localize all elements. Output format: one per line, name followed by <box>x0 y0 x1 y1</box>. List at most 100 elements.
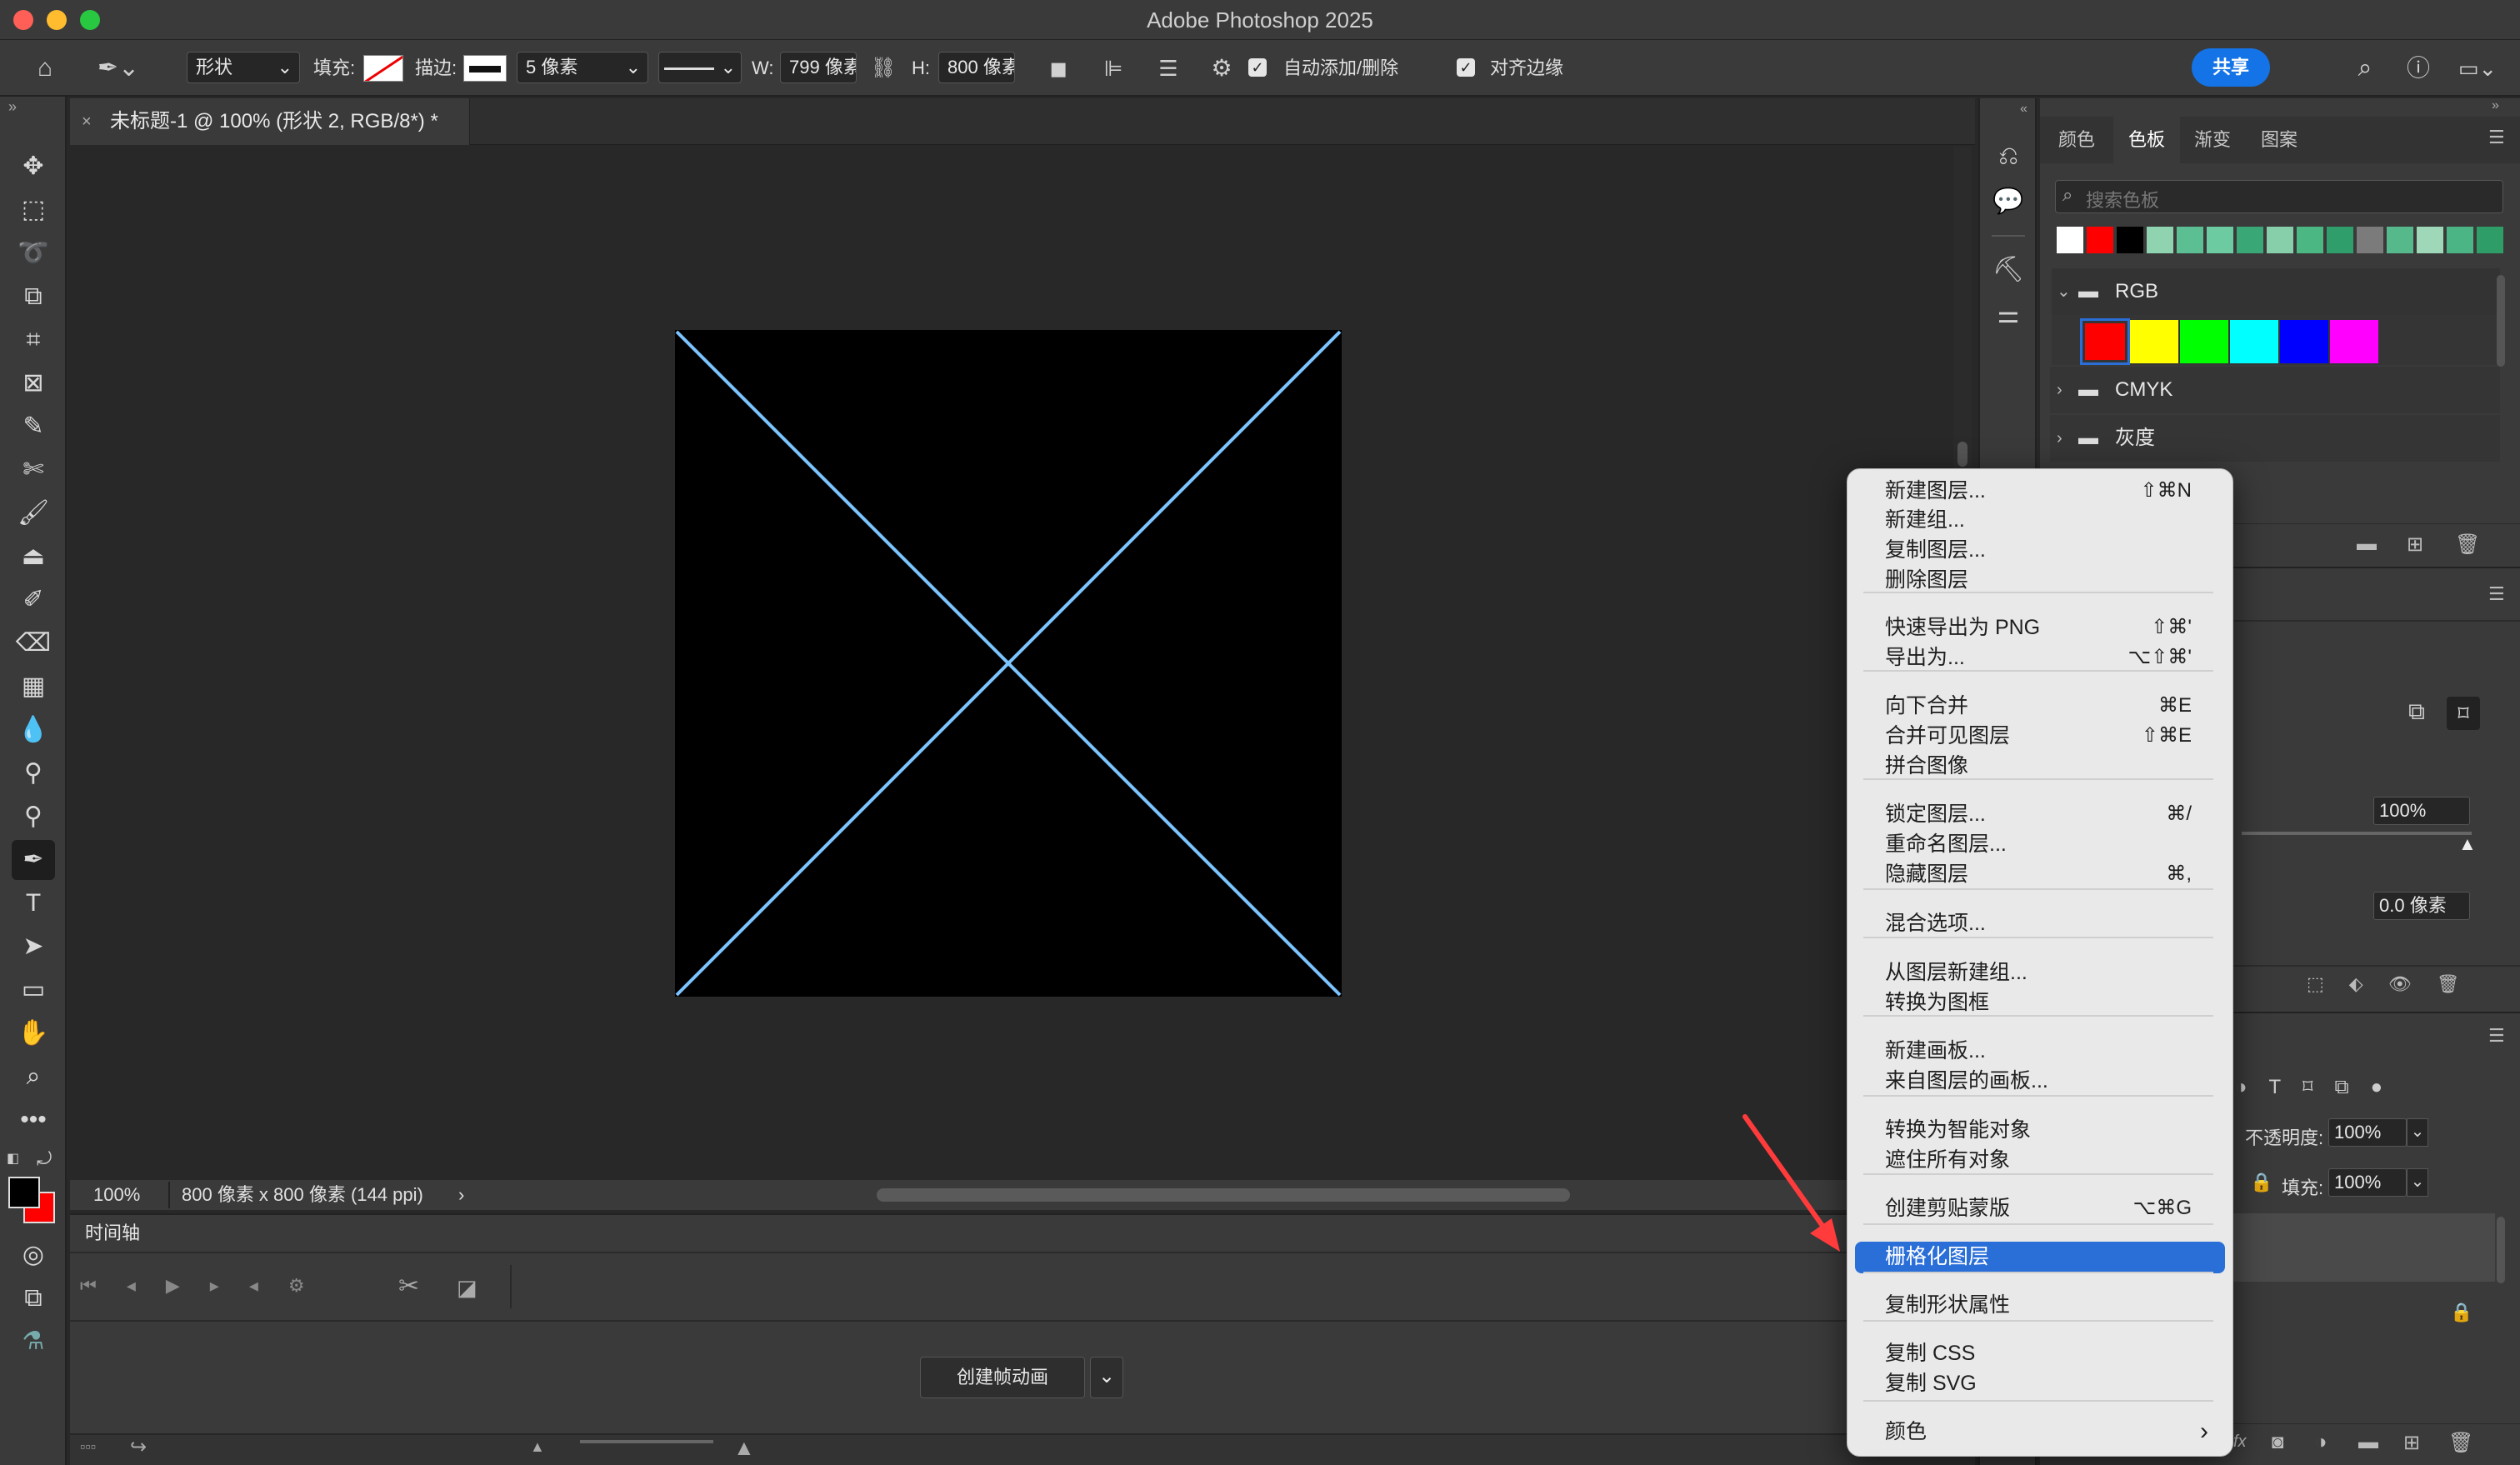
stroke-type-select[interactable]: ⌄ <box>658 52 742 83</box>
dodge-tool-icon[interactable]: ⚲ <box>12 753 55 793</box>
menu-item[interactable]: 锁定图层... <box>1885 799 1986 829</box>
height-field[interactable]: 800 像素 <box>938 52 1015 83</box>
path-operations-icon[interactable]: ◼ <box>1042 52 1075 85</box>
menu-item[interactable]: 新建图层... <box>1885 476 1986 506</box>
document-tab[interactable]: × 未标题-1 @ 100% (形状 2, RGB/8*) * <box>70 98 470 145</box>
adjustments-panel-icon[interactable]: ⚌ <box>1990 298 2027 332</box>
recent-swatch[interactable] <box>2327 227 2353 253</box>
rectangle-tool-icon[interactable]: ▭ <box>12 970 55 1010</box>
swatch-group-rgb[interactable]: ⌄ ▬ RGB <box>2050 268 2500 315</box>
swap-colors-icon[interactable]: ⤾ <box>37 1148 52 1170</box>
density-field[interactable]: 100% <box>2373 797 2470 825</box>
fill-dropdown[interactable]: ⌄ <box>2407 1168 2428 1197</box>
menu-item[interactable]: 向下合并 <box>1885 691 1968 721</box>
move-tool-icon[interactable]: ✥ <box>12 147 55 187</box>
recent-swatch[interactable] <box>2357 227 2383 253</box>
quick-mask-icon[interactable]: ◎ <box>12 1235 55 1275</box>
swatch-green[interactable] <box>2180 320 2228 363</box>
menu-item[interactable]: 新建画板... <box>1885 1036 1986 1066</box>
workspace-icon[interactable]: ▭⌄ <box>2450 52 2505 85</box>
selection-icon[interactable]: ⬚ <box>2307 973 2349 994</box>
pen-tool-preset-icon[interactable]: ✒︎⌄ <box>93 52 143 85</box>
delete-mask-icon[interactable]: 🗑 <box>2437 973 2485 994</box>
apply-mask-icon[interactable]: ⬖ <box>2349 973 2388 994</box>
marquee-tool-icon[interactable]: ⬚ <box>12 190 55 230</box>
feather-field[interactable]: 0.0 像素 <box>2373 892 2470 920</box>
filter-toggle-icon[interactable]: ● <box>2371 1076 2405 1098</box>
tab-gradients[interactable]: 渐变 <box>2183 117 2242 163</box>
trash-icon[interactable]: 🗑 <box>2455 532 2480 557</box>
layers-menu-icon[interactable]: ☰ <box>2488 1025 2505 1047</box>
menu-item[interactable]: 隐藏图层 <box>1885 859 1968 889</box>
new-swatch-icon[interactable]: ⊞ <box>2407 532 2423 557</box>
pen-tool-icon[interactable]: ✒ <box>12 840 55 880</box>
tool-mode-select[interactable]: 形状 ⌄ <box>187 52 300 83</box>
menu-item[interactable]: 拼合图像 <box>1885 751 1968 781</box>
more-tools-icon[interactable]: ••• <box>12 1100 55 1140</box>
screen-mode-icon[interactable]: ⧉ <box>12 1278 55 1318</box>
brush-settings-icon[interactable]: ⛏ <box>1990 253 2027 287</box>
convert-icon[interactable]: ↪ <box>130 1435 147 1459</box>
canvas-document[interactable] <box>675 330 1342 997</box>
status-chevron-icon[interactable]: › <box>458 1180 464 1210</box>
transition-icon[interactable]: ◪ <box>457 1275 478 1301</box>
recent-swatch[interactable] <box>2117 227 2143 253</box>
zoom-out-icon[interactable]: ▲ <box>530 1438 545 1456</box>
hand-tool-icon[interactable]: ✋ <box>12 1013 55 1053</box>
stroke-width-field[interactable]: 5 像素 ⌄ <box>517 52 648 83</box>
lock-icon[interactable]: 🔒 <box>2250 1172 2272 1193</box>
menu-item[interactable]: 复制形状属性 <box>1885 1290 2010 1320</box>
animation-type-dropdown[interactable]: ⌄ <box>1090 1357 1123 1398</box>
align-edges-checkbox[interactable]: ✓ <box>1457 58 1475 77</box>
add-mask-icon[interactable]: ◙ <box>2272 1431 2284 1454</box>
zoom-window-button[interactable] <box>80 10 100 30</box>
fill-swatch[interactable] <box>363 55 403 82</box>
gradient-tool-icon[interactable]: ▦ <box>12 667 55 707</box>
crop-tool-icon[interactable]: ⌗ <box>12 320 55 360</box>
swatch-group-cmyk[interactable]: › ▬ CMYK <box>2050 367 2500 413</box>
collapse-toolbar-icon[interactable]: » <box>8 98 17 116</box>
mask-add-icon[interactable]: ⧉ <box>2408 698 2425 726</box>
swatches-scrollbar[interactable] <box>2497 275 2505 367</box>
recent-swatch[interactable] <box>2417 227 2443 253</box>
close-tab-icon[interactable]: × <box>82 98 92 145</box>
recent-swatch[interactable] <box>2297 227 2323 253</box>
stroke-swatch[interactable] <box>463 55 507 82</box>
recent-swatch[interactable] <box>2267 227 2293 253</box>
share-button[interactable]: 共享 <box>2192 48 2270 87</box>
swatch-red[interactable] <box>2085 323 2125 360</box>
auto-add-delete-checkbox[interactable]: ✓ <box>1248 58 1267 77</box>
menu-item[interactable]: 快速导出为 PNG <box>1885 612 2040 642</box>
close-window-button[interactable] <box>13 10 33 30</box>
vector-mask-icon[interactable]: ⌑ <box>2447 697 2480 730</box>
frames-icon[interactable]: ▫▫▫ <box>80 1438 96 1456</box>
collapse-panels-icon[interactable]: » <box>2492 98 2499 113</box>
recent-swatch[interactable] <box>2387 227 2413 253</box>
path-arrangement-icon[interactable]: ☰ <box>1152 52 1185 85</box>
new-layer-group-icon[interactable]: ▬ <box>2358 1431 2378 1454</box>
foreground-color-swatch[interactable] <box>8 1177 40 1208</box>
generative-icon[interactable]: ⚗ <box>12 1322 55 1362</box>
search-icon[interactable]: ⌕ <box>2348 52 2382 85</box>
fx-icon[interactable]: fx <box>2233 1432 2247 1452</box>
menu-item[interactable]: 创建剪贴蒙版 <box>1885 1193 2010 1223</box>
menu-item[interactable]: 颜色 <box>1885 1417 1927 1447</box>
clone-stamp-tool-icon[interactable]: ⏏ <box>12 537 55 577</box>
menu-item[interactable]: 复制 SVG <box>1885 1368 1977 1398</box>
type-tool-icon[interactable]: T <box>12 883 55 923</box>
audio-icon[interactable]: ◂ <box>249 1275 288 1296</box>
zoom-in-icon[interactable]: ▲ <box>733 1435 755 1461</box>
menu-item[interactable]: 遮住所有对象 <box>1885 1145 2010 1175</box>
new-adjustment-icon[interactable]: ◑ <box>2315 1431 2328 1454</box>
path-alignment-icon[interactable]: ⊫ <box>1097 52 1130 85</box>
menu-item[interactable]: 导出为... <box>1885 642 1965 672</box>
layer-fill-field[interactable]: 100% <box>2328 1168 2407 1197</box>
history-panel-icon[interactable]: ⎌ <box>1990 140 2027 173</box>
menu-item[interactable]: 删除图层 <box>1885 565 1968 595</box>
first-frame-icon[interactable]: ⏮ <box>80 1275 127 1296</box>
play-icon[interactable]: ▶ <box>166 1275 210 1296</box>
timeline-tab[interactable]: 时间轴 <box>70 1215 162 1252</box>
adjustment-filter-icon[interactable]: ◑ <box>2235 1076 2269 1098</box>
healing-brush-tool-icon[interactable]: ✄ <box>12 450 55 490</box>
document-size-info[interactable]: 800 像素 x 800 像素 (144 ppi) <box>182 1180 423 1210</box>
